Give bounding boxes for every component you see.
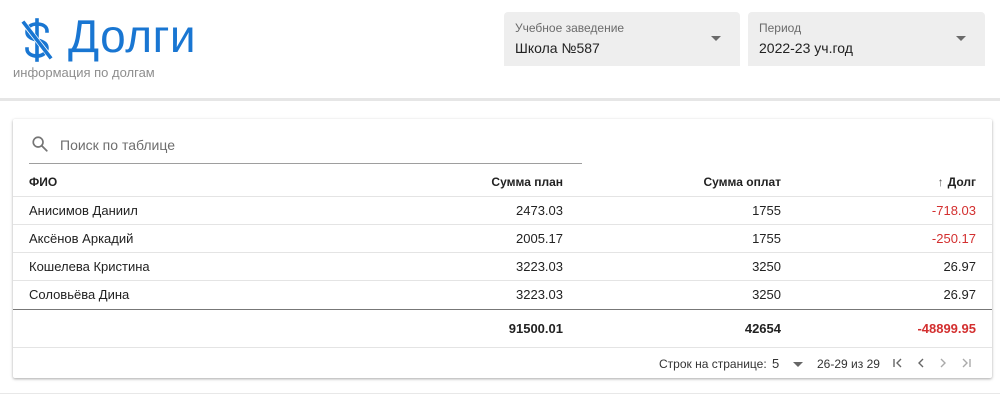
- column-header-fio[interactable]: ФИО: [29, 169, 57, 196]
- table-row[interactable]: Анисимов Даниил 2473.03 1755 -718.03: [13, 197, 992, 225]
- cell-plan: 2473.03: [516, 203, 563, 218]
- page-range: 26-29 из 29: [817, 357, 880, 371]
- last-page-button[interactable]: [957, 354, 975, 372]
- chevron-down-icon[interactable]: [793, 362, 803, 367]
- total-plan: 91500.01: [508, 321, 563, 336]
- page-title: Долги: [68, 10, 197, 62]
- page-subtitle: информация по долгам: [13, 65, 155, 80]
- chevron-down-icon[interactable]: [956, 36, 966, 41]
- column-header-debt-label: Долг: [947, 175, 976, 189]
- table-pagination: Строк на странице: 5 26-29 из 29: [13, 348, 992, 378]
- table-row[interactable]: Аксёнов Аркадий 2005.17 1755 -250.17: [13, 225, 992, 253]
- table-row[interactable]: Кошелева Кристина 3223.03 3250 26.97: [13, 253, 992, 281]
- total-debt: -48899.95: [917, 321, 976, 336]
- cell-fio: Аксёнов Аркадий: [29, 231, 134, 246]
- table-row[interactable]: Соловьёва Дина 3223.03 3250 26.97: [13, 281, 992, 309]
- cell-plan: 2005.17: [516, 231, 563, 246]
- school-select-value: Школа №587: [515, 40, 600, 56]
- cell-debt: 26.97: [943, 259, 976, 274]
- table-search: [29, 129, 582, 164]
- cell-plan: 3223.03: [516, 287, 563, 302]
- cell-paid: 3250: [752, 259, 781, 274]
- school-select[interactable]: Учебное заведение Школа №587: [504, 12, 740, 66]
- cell-paid: 1755: [752, 231, 781, 246]
- total-paid: 42654: [744, 321, 781, 336]
- last-page-icon: [962, 358, 971, 368]
- search-input[interactable]: [58, 133, 562, 157]
- next-page-button[interactable]: [934, 354, 952, 372]
- chevron-right-icon: [940, 358, 946, 368]
- previous-page-button[interactable]: [912, 354, 930, 372]
- first-page-icon: [893, 358, 902, 368]
- cell-paid: 1755: [752, 203, 781, 218]
- cell-debt: -718.03: [931, 203, 976, 218]
- column-header-debt[interactable]: ↑ Долг: [938, 169, 976, 196]
- rows-per-page-label: Строк на странице:: [659, 357, 767, 371]
- divider: [0, 393, 1000, 394]
- period-select-value: 2022-23 уч.год: [759, 40, 853, 56]
- chevron-left-icon: [918, 358, 924, 368]
- cell-fio: Кошелева Кристина: [29, 259, 150, 274]
- table-totals-row: 91500.01 42654 -48899.95: [13, 309, 992, 348]
- cell-fio: Анисимов Даниил: [29, 203, 138, 218]
- chevron-down-icon[interactable]: [711, 36, 721, 41]
- cell-plan: 3223.03: [516, 259, 563, 274]
- debts-table-card: ФИО Сумма план Сумма оплат ↑Долг Анисимо…: [13, 119, 992, 378]
- app-header: Долги информация по долгам Учебное завед…: [0, 0, 1000, 101]
- column-header-plan[interactable]: Сумма план: [491, 169, 563, 196]
- table-header-row: ФИО Сумма план Сумма оплат ↑ Долг: [13, 169, 992, 197]
- sort-arrow-up-icon: ↑: [937, 175, 944, 189]
- rows-per-page-select[interactable]: 5: [772, 356, 779, 371]
- first-page-button[interactable]: [889, 354, 907, 372]
- column-header-paid[interactable]: Сумма оплат: [703, 169, 781, 196]
- search-icon: [32, 136, 48, 152]
- cell-fio: Соловьёва Дина: [29, 287, 130, 302]
- cell-debt: 26.97: [943, 287, 976, 302]
- period-select[interactable]: Период 2022-23 уч.год: [748, 12, 985, 66]
- cell-debt: -250.17: [931, 231, 976, 246]
- cell-paid: 3250: [752, 287, 781, 302]
- school-select-label: Учебное заведение: [515, 21, 625, 35]
- dollar-off-icon: [20, 18, 54, 62]
- period-select-label: Период: [759, 21, 802, 35]
